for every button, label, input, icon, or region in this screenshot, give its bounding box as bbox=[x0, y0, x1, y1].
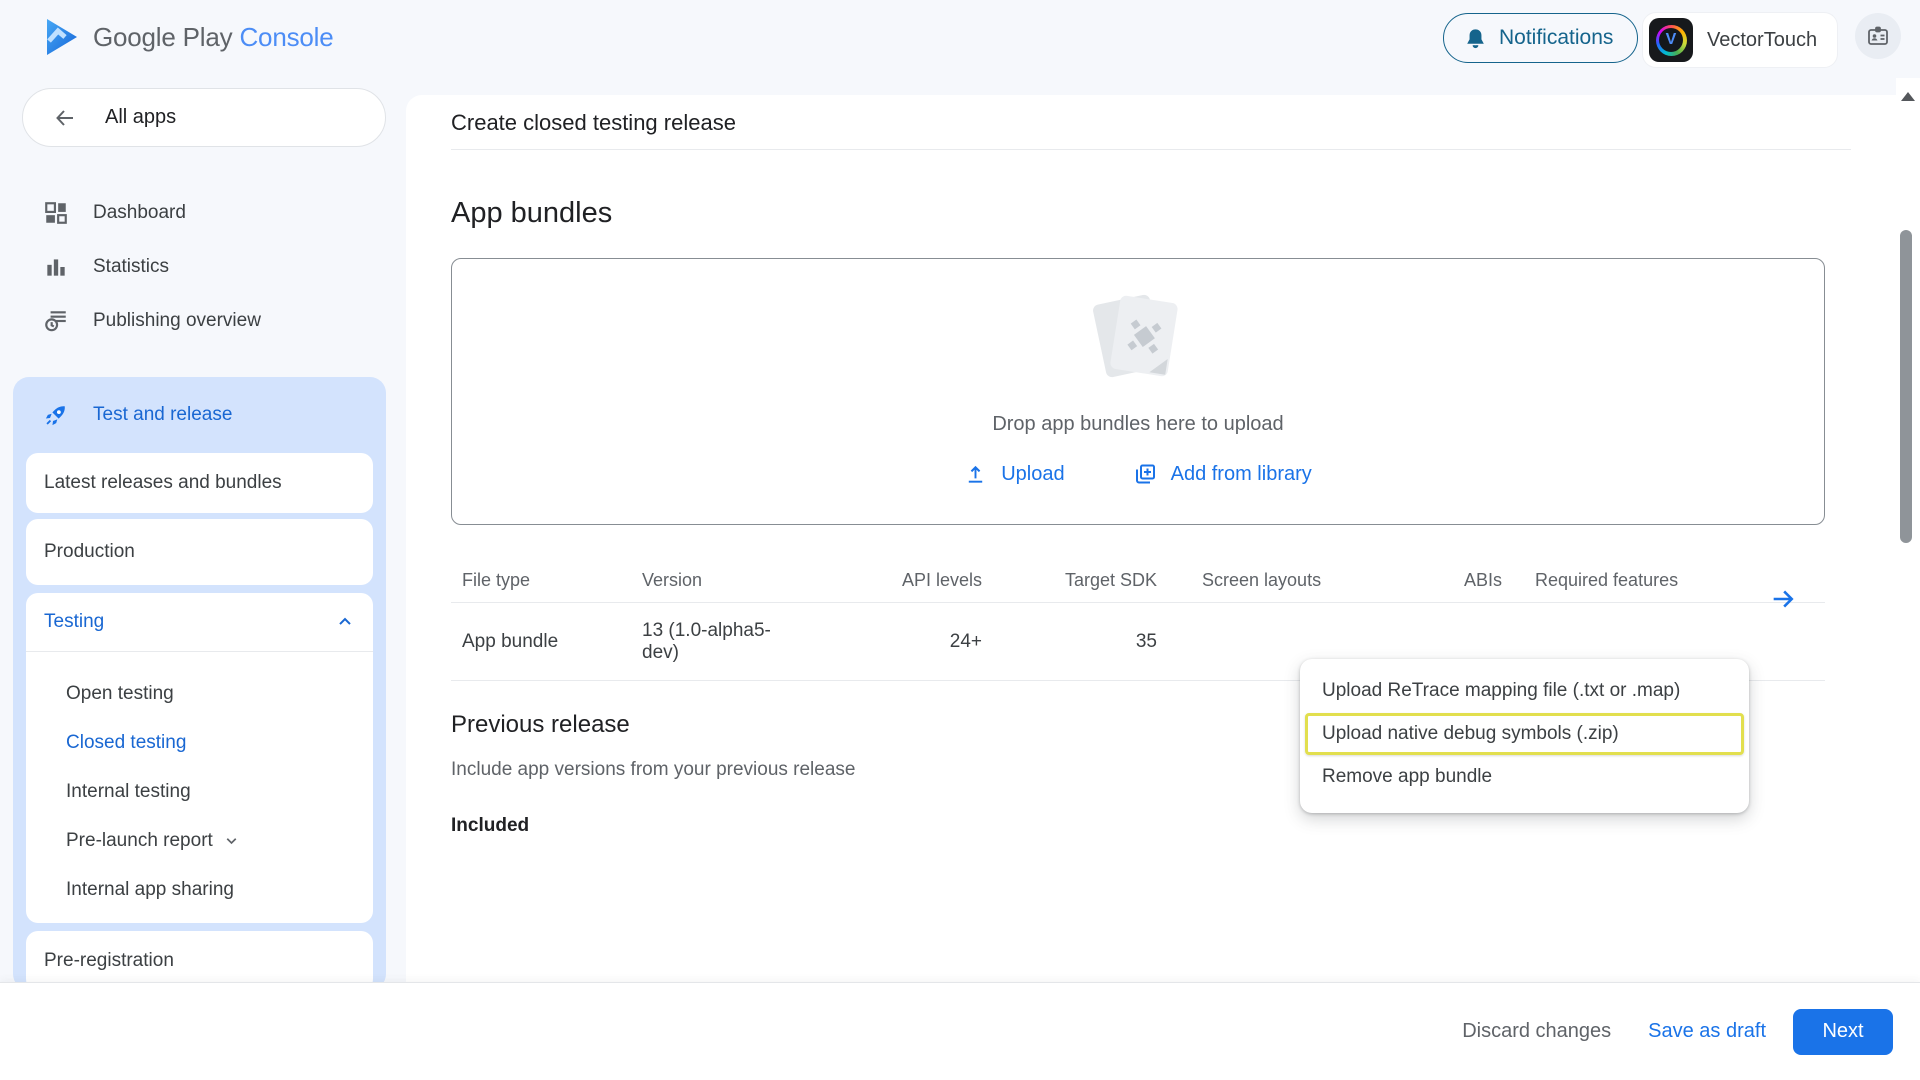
subitem-label: Closed testing bbox=[66, 732, 186, 754]
sidebar-card-pre-registration: Pre-registration bbox=[26, 931, 373, 991]
logo-brand: Google Play bbox=[93, 22, 232, 52]
sidebar-item-publishing-overview[interactable]: Publishing overview bbox=[30, 294, 370, 348]
cell-file-type: App bundle bbox=[462, 631, 642, 653]
account-chip[interactable]: V VectorTouch bbox=[1642, 12, 1838, 68]
included-label: Included bbox=[451, 815, 1870, 837]
subitem-label: Internal app sharing bbox=[66, 879, 234, 901]
logo-text: Google Play Console bbox=[93, 22, 333, 53]
scrollbar bbox=[1896, 78, 1920, 983]
sidebar-item-testing[interactable]: Testing bbox=[26, 593, 373, 651]
table-header-row: File type Version API levels Target SDK … bbox=[451, 559, 1825, 602]
back-arrow-icon bbox=[53, 106, 77, 130]
menu-item-upload-native-debug-symbols[interactable]: Upload native debug symbols (.zip) bbox=[1305, 713, 1744, 755]
arrow-right-icon bbox=[1769, 585, 1797, 613]
bell-icon bbox=[1464, 27, 1487, 50]
group-label: Test and release bbox=[93, 404, 232, 426]
chevron-up-icon bbox=[335, 612, 355, 632]
sidebar-item-label: Statistics bbox=[93, 256, 169, 278]
sidebar-item-label: Dashboard bbox=[93, 202, 186, 224]
cell-target-sdk: 35 bbox=[982, 631, 1157, 653]
app-bundle-dropzone[interactable]: Drop app bundles here to upload Upload A… bbox=[451, 258, 1825, 525]
scrollbar-thumb[interactable] bbox=[1900, 230, 1912, 543]
add-from-library-label: Add from library bbox=[1171, 463, 1312, 486]
play-logo-icon bbox=[45, 18, 79, 56]
title-divider bbox=[451, 149, 1851, 150]
sidebar-item-closed-testing[interactable]: Closed testing bbox=[26, 718, 373, 767]
sidebar-nav: Dashboard Statistics Publishing overview bbox=[30, 186, 370, 348]
cell-version: 13 (1.0-alpha5-dev) bbox=[642, 620, 852, 664]
sidebar-item-pre-registration[interactable]: Pre-registration bbox=[26, 931, 373, 991]
sidebar-item-statistics[interactable]: Statistics bbox=[30, 240, 370, 294]
sidebar-item-latest-releases[interactable]: Latest releases and bundles bbox=[26, 453, 373, 513]
google-play-console-logo: Google Play Console bbox=[45, 18, 333, 56]
logo-product: Console bbox=[239, 22, 333, 52]
col-file-type: File type bbox=[462, 570, 642, 591]
subitem-label: Open testing bbox=[66, 683, 174, 705]
dropzone-text: Drop app bundles here to upload bbox=[992, 413, 1283, 436]
sidebar-item-pre-launch-report[interactable]: Pre-launch report bbox=[26, 816, 373, 865]
upload-icon bbox=[964, 463, 987, 486]
notifications-label: Notifications bbox=[1499, 26, 1613, 50]
col-api-levels: API levels bbox=[852, 570, 982, 591]
statistics-icon bbox=[43, 254, 69, 280]
subitem-label: Pre-launch report bbox=[66, 830, 213, 852]
all-apps-back-button[interactable]: All apps bbox=[22, 88, 386, 147]
publishing-overview-icon bbox=[43, 308, 69, 334]
bottom-action-bar: Discard changes Save as draft Next bbox=[0, 983, 1920, 1080]
sidebar-item-dashboard[interactable]: Dashboard bbox=[30, 186, 370, 240]
app-avatar-icon: V bbox=[1649, 18, 1693, 62]
sidebar-card-testing: Testing Open testing Closed testing Inte… bbox=[26, 593, 373, 923]
dashboard-icon bbox=[43, 200, 69, 226]
sidebar-item-label: Publishing overview bbox=[93, 310, 261, 332]
chevron-down-icon bbox=[223, 832, 240, 849]
menu-item-remove-app-bundle[interactable]: Remove app bundle bbox=[1300, 755, 1749, 799]
sidebar-item-production[interactable]: Production bbox=[26, 519, 373, 585]
col-screen-layouts: Screen layouts bbox=[1157, 570, 1412, 591]
rocket-icon bbox=[42, 402, 69, 429]
scrollbar-up-arrow-icon[interactable] bbox=[1901, 92, 1915, 101]
bundle-context-menu: Upload ReTrace mapping file (.txt or .ma… bbox=[1300, 659, 1749, 813]
col-required-features: Required features bbox=[1502, 570, 1814, 591]
documents-illustration-icon bbox=[1093, 291, 1183, 387]
main-panel: Create closed testing release App bundle… bbox=[406, 95, 1920, 1080]
sidebar-item-internal-testing[interactable]: Internal testing bbox=[26, 767, 373, 816]
discard-changes-button[interactable]: Discard changes bbox=[1462, 1020, 1611, 1043]
test-and-release-group: Test and release Latest releases and bun… bbox=[13, 377, 386, 990]
subitem-label: Internal testing bbox=[66, 781, 191, 803]
col-target-sdk: Target SDK bbox=[982, 570, 1157, 591]
developer-badge-button[interactable] bbox=[1855, 13, 1901, 59]
sidebar-item-test-and-release[interactable]: Test and release bbox=[26, 377, 373, 453]
next-button[interactable]: Next bbox=[1793, 1009, 1893, 1055]
id-badge-icon bbox=[1866, 24, 1890, 48]
sidebar-item-internal-app-sharing[interactable]: Internal app sharing bbox=[26, 865, 373, 914]
page-title: Create closed testing release bbox=[451, 95, 1870, 149]
add-from-library-button[interactable]: Add from library bbox=[1133, 462, 1312, 486]
all-apps-label: All apps bbox=[105, 106, 176, 129]
upload-label: Upload bbox=[1001, 463, 1064, 486]
top-header: Google Play Console Notifications V Vect… bbox=[0, 0, 1920, 72]
app-bundles-heading: App bundles bbox=[451, 197, 1870, 230]
notifications-button[interactable]: Notifications bbox=[1443, 13, 1638, 63]
sidebar-card-latest-releases: Latest releases and bundles bbox=[26, 453, 373, 513]
sidebar-card-production: Production bbox=[26, 519, 373, 585]
col-version: Version bbox=[642, 570, 852, 591]
upload-button[interactable]: Upload bbox=[964, 462, 1064, 486]
account-name: VectorTouch bbox=[1707, 29, 1817, 52]
sidebar-item-open-testing[interactable]: Open testing bbox=[26, 669, 373, 718]
cell-api-levels: 24+ bbox=[852, 631, 982, 653]
col-abis: ABIs bbox=[1412, 570, 1502, 591]
save-as-draft-button[interactable]: Save as draft bbox=[1648, 1020, 1766, 1043]
row-detail-arrow-button[interactable] bbox=[1769, 559, 1797, 638]
menu-item-upload-retrace[interactable]: Upload ReTrace mapping file (.txt or .ma… bbox=[1300, 669, 1749, 713]
testing-label: Testing bbox=[44, 611, 104, 633]
dropzone-actions: Upload Add from library bbox=[964, 462, 1312, 486]
library-add-icon bbox=[1133, 462, 1157, 486]
testing-sublist: Open testing Closed testing Internal tes… bbox=[26, 652, 373, 914]
